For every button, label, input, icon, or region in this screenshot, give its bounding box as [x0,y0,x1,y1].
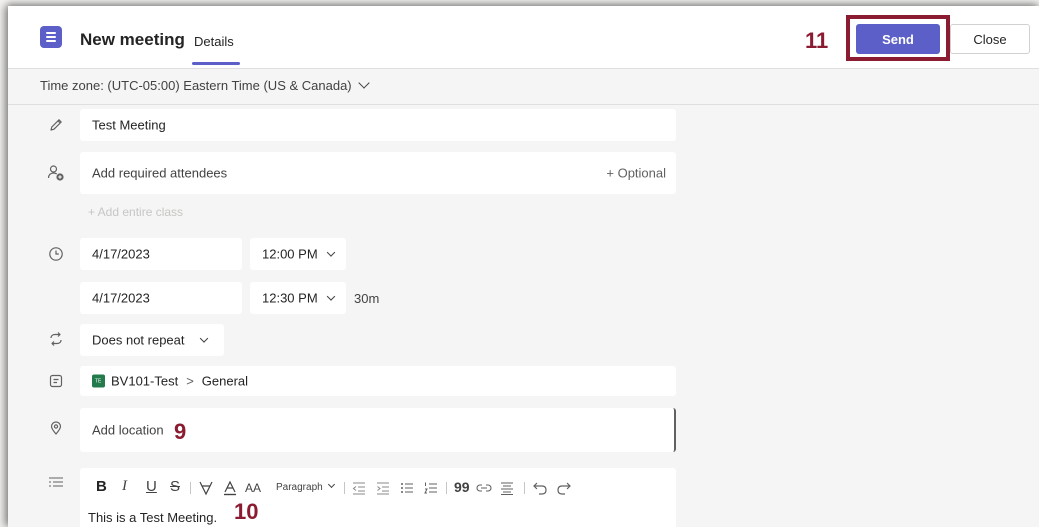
chevron-down-icon [199,334,208,343]
toolbar-separator [446,482,447,494]
bold-button[interactable]: B [96,478,107,495]
tab-details[interactable]: Details [194,34,234,49]
end-date-value: 4/17/2023 [92,290,150,306]
start-date-input[interactable]: 4/17/2023 [80,238,242,270]
toolbar-separator [524,482,525,494]
start-date-value: 4/17/2023 [92,246,150,262]
title-input[interactable]: Test Meeting [80,109,676,141]
annotation-number-description: 10 [234,499,259,524]
meeting-window: New meeting Details 11 Send Close Time z… [8,6,1039,527]
paragraph-select[interactable]: Paragraph [276,480,335,493]
channel-input[interactable]: TE BV101-Test > General [80,366,676,396]
duration-label: 30m [354,291,380,306]
channel-name: General [201,373,249,389]
redo-icon[interactable] [556,480,572,496]
description-editor[interactable]: B I U S AA Paragraph 99 This is a Test M… [80,468,676,527]
tab-active-indicator [192,62,240,65]
divider [8,104,1039,105]
repeat-icon [50,332,62,346]
channel-icon [49,374,63,388]
attendees-placeholder: Add required attendees [92,165,228,181]
page-title: New meeting [80,30,185,49]
chevron-down-icon [327,480,335,489]
chevron-down-icon [326,248,335,257]
timezone-selector[interactable]: Time zone: (UTC-05:00) Eastern Time (US … [40,77,370,93]
repeat-value: Does not repeat [92,332,185,348]
increase-indent-icon[interactable] [376,481,390,495]
toolbar-separator [190,482,191,494]
annotation-number-location: 9 [174,419,187,444]
italic-button[interactable]: I [122,478,127,495]
underline-button[interactable]: U [146,478,157,495]
attendees-input[interactable]: Add required attendees + Optional [80,152,676,194]
bulleted-list-icon[interactable] [400,481,414,495]
strikethrough-button[interactable]: S [170,478,180,495]
calendar-icon [40,26,62,48]
send-button[interactable]: Send [856,24,940,54]
highlight-icon[interactable] [198,480,214,496]
chevron-down-icon [326,292,335,301]
repeat-select[interactable]: Does not repeat [80,324,224,356]
align-icon[interactable] [500,481,514,495]
header-bar: New meeting Details 11 Send Close [8,6,1039,69]
end-date-input[interactable]: 4/17/2023 [80,282,242,314]
title-value: Test Meeting [92,117,166,133]
location-placeholder: Add location [92,422,164,438]
start-time-value: 12:00 PM [262,246,318,262]
numbered-list-icon[interactable] [424,481,438,495]
add-entire-class-link[interactable]: + Add entire class [88,205,183,219]
undo-icon[interactable] [532,480,548,496]
quote-button[interactable]: 99 [454,479,470,495]
chevron-down-icon [357,77,370,89]
start-time-select[interactable]: 12:00 PM [250,238,346,270]
decrease-indent-icon[interactable] [352,481,366,495]
pencil-icon [50,119,62,131]
add-person-icon [47,165,64,181]
optional-attendees-link[interactable]: + Optional [606,166,666,181]
location-icon [50,421,62,435]
team-name: BV101-Test [111,373,179,389]
location-input[interactable]: Add location [80,408,676,452]
font-size-button[interactable]: AA [245,481,261,495]
channel-separator: > [186,373,194,389]
clock-icon [49,247,63,261]
link-icon[interactable] [476,481,492,495]
description-text: This is a Test Meeting. [88,510,218,525]
text-format-icon [49,477,63,487]
end-time-select[interactable]: 12:30 PM [250,282,346,314]
toolbar-separator [344,482,345,494]
close-button[interactable]: Close [950,24,1030,54]
timezone-label: Time zone: (UTC-05:00) Eastern Time (US … [40,78,352,93]
annotation-number-send: 11 [805,28,829,53]
end-time-value: 12:30 PM [262,290,318,306]
team-badge-icon: TE [92,374,105,388]
font-color-icon[interactable] [222,480,238,496]
